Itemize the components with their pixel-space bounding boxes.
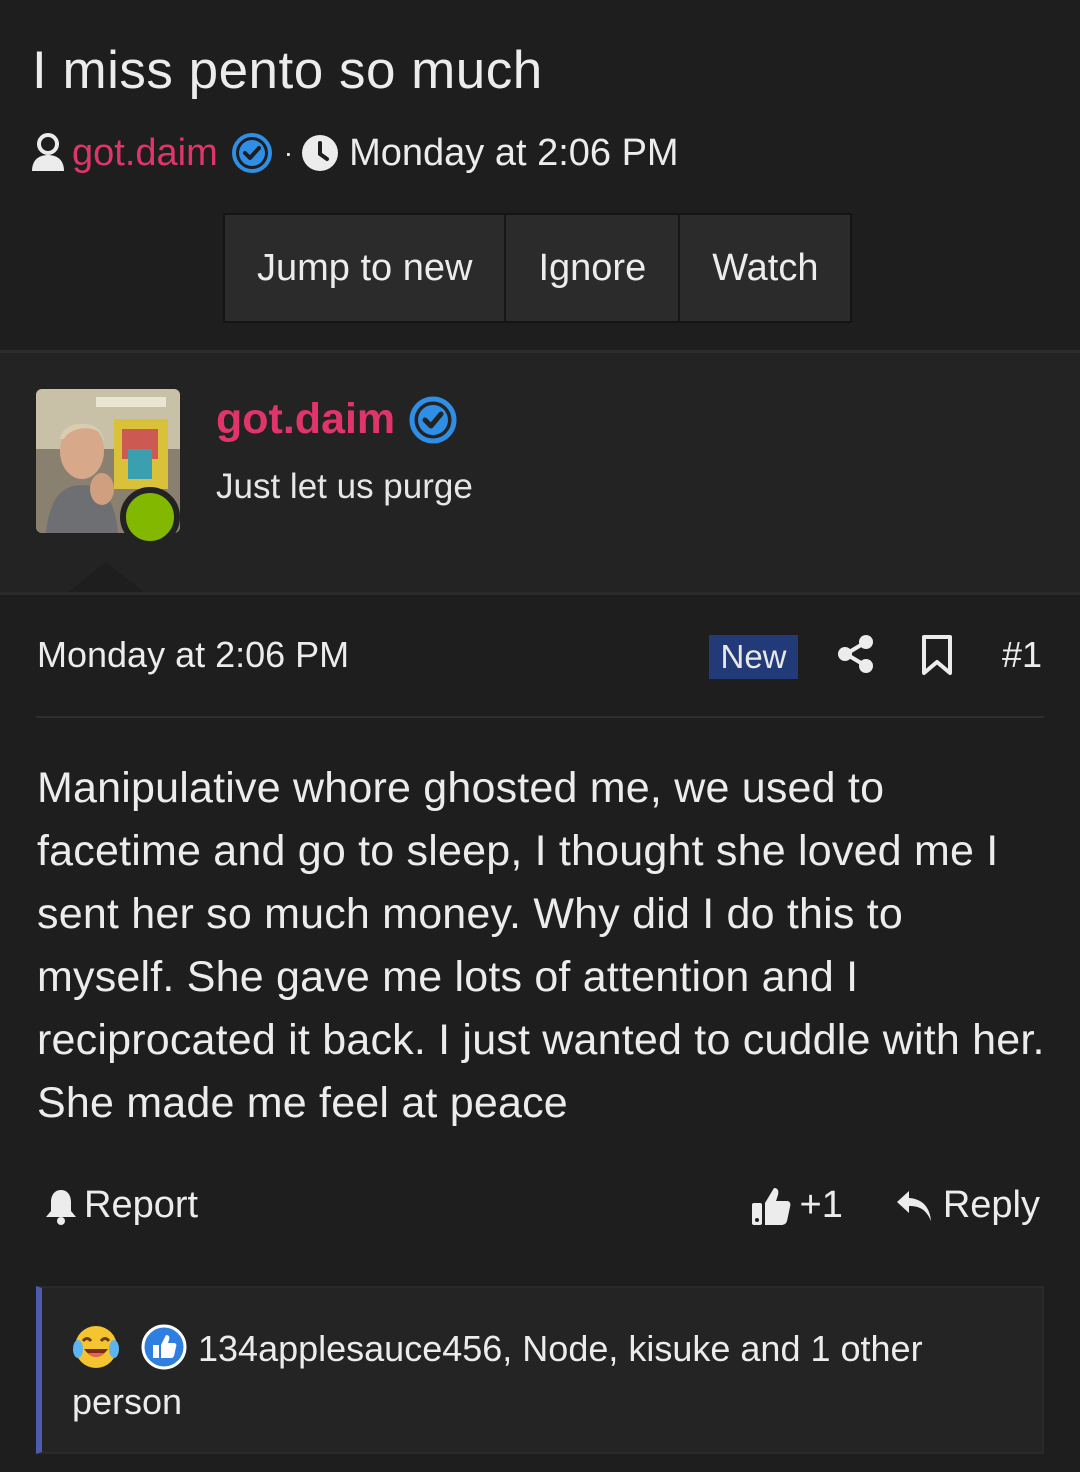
post-number-link[interactable]: #1	[1002, 634, 1042, 676]
post-body: Manipulative whore ghosted me, we used t…	[37, 764, 1045, 1127]
post-actions: +1 Reply	[750, 1184, 1040, 1227]
thread-date: Monday at 2:06 PM	[349, 131, 679, 174]
post-author-username[interactable]: got.daim	[216, 395, 395, 444]
like-button[interactable]: +1	[750, 1184, 843, 1227]
online-status-indicator	[120, 487, 180, 547]
report-button[interactable]: Report	[44, 1184, 198, 1227]
share-icon[interactable]	[836, 634, 876, 674]
clock-icon	[301, 134, 339, 172]
reactions-users[interactable]: 134applesauce456, Node, kisuke and 1 oth…	[72, 1328, 923, 1422]
user-icon	[30, 133, 66, 173]
avatar[interactable]	[36, 389, 180, 547]
post-author-block: got.daim Just let us purge	[0, 353, 1080, 593]
user-title: Just let us purge	[216, 467, 473, 506]
post-author-name[interactable]: got.daim	[216, 395, 457, 444]
bookmark-icon[interactable]	[920, 634, 954, 676]
report-label: Report	[84, 1184, 199, 1226]
meta-separator: ·	[283, 137, 294, 168]
author-block-pointer	[66, 562, 146, 594]
thread-page: I miss pento so much got.daim · Monday a…	[0, 0, 1080, 1472]
ignore-button[interactable]: Ignore	[506, 215, 681, 321]
bell-icon	[44, 1187, 78, 1225]
jump-to-new-button[interactable]: Jump to new	[225, 215, 507, 321]
thumbs-up-icon	[750, 1185, 792, 1227]
reply-label: Reply	[942, 1184, 1040, 1226]
like-count: +1	[799, 1184, 843, 1226]
post-date[interactable]: Monday at 2:06 PM	[37, 634, 349, 676]
watch-button[interactable]: Watch	[680, 215, 851, 321]
thread-meta: got.daim · Monday at 2:06 PM	[30, 130, 679, 176]
laughing-tears-emoji-icon	[72, 1323, 120, 1371]
thread-actions: Jump to new Ignore Watch	[223, 213, 853, 323]
reactions-summary: 134applesauce456, Node, kisuke and 1 oth…	[72, 1322, 952, 1428]
new-badge: New	[709, 635, 798, 679]
thread-author-link[interactable]: got.daim	[72, 132, 218, 175]
reactions-bar[interactable]: 134applesauce456, Node, kisuke and 1 oth…	[36, 1286, 1044, 1454]
reply-button[interactable]: Reply	[895, 1184, 1040, 1227]
thread-header: I miss pento so much got.daim · Monday a…	[0, 0, 1080, 350]
divider	[36, 716, 1044, 718]
divider	[0, 592, 1080, 595]
reply-arrow-icon	[895, 1189, 933, 1223]
thread-title: I miss pento so much	[32, 41, 543, 100]
verified-icon	[409, 396, 457, 444]
verified-icon	[231, 133, 272, 173]
thumbs-up-reaction-icon	[140, 1323, 188, 1371]
